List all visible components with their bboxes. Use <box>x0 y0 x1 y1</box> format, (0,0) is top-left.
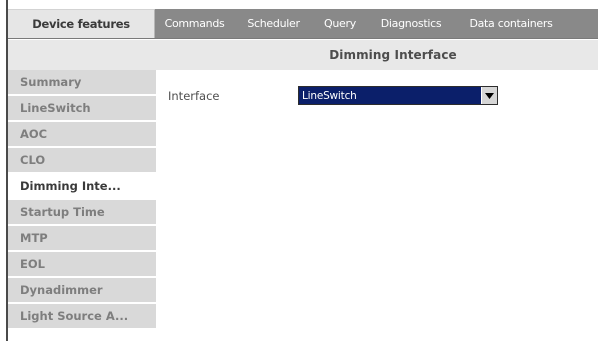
main-panel: Interface LineSwitch <box>156 70 598 341</box>
interface-select-value: LineSwitch <box>302 89 357 102</box>
tab-device-features[interactable]: Device features <box>8 9 155 38</box>
tab-scheduler[interactable]: Scheduler <box>234 9 313 38</box>
page-title: Dimming Interface <box>329 48 457 62</box>
sidebar-item-eol[interactable]: EOL <box>8 252 156 276</box>
tab-diagnostics[interactable]: Diagnostics <box>367 9 455 38</box>
app-frame: Device features Commands Scheduler Query… <box>0 0 598 341</box>
interface-select[interactable]: LineSwitch <box>298 86 498 105</box>
sidebar-item-aoc[interactable]: AOC <box>8 122 156 146</box>
sidebar: Summary LineSwitch AOC CLO Dimming Inte.… <box>8 70 156 341</box>
sidebar-item-clo[interactable]: CLO <box>8 148 156 172</box>
sidebar-item-startup-time[interactable]: Startup Time <box>8 200 156 224</box>
sidebar-item-dimming-interface[interactable]: Dimming Inte... <box>8 174 156 198</box>
sidebar-item-lineswitch[interactable]: LineSwitch <box>8 96 156 120</box>
sidebar-item-light-source[interactable]: Light Source A... <box>8 304 156 328</box>
tab-bar: Device features Commands Scheduler Query… <box>8 9 598 39</box>
tab-query[interactable]: Query <box>313 9 367 38</box>
chevron-down-icon[interactable] <box>481 87 497 104</box>
tab-data-containers[interactable]: Data containers <box>455 9 567 38</box>
sidebar-item-dynadimmer[interactable]: Dynadimmer <box>8 278 156 302</box>
content-header: Dimming Interface <box>8 40 598 70</box>
left-border <box>0 0 8 341</box>
tab-commands[interactable]: Commands <box>155 9 234 38</box>
sidebar-item-mtp[interactable]: MTP <box>8 226 156 250</box>
interface-label: Interface <box>168 89 220 103</box>
sidebar-item-summary[interactable]: Summary <box>8 70 156 94</box>
